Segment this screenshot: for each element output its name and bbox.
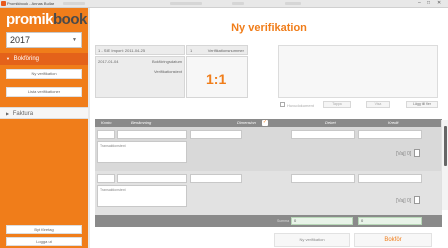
ver-number-big: 1:1	[206, 71, 227, 87]
scrollbar-thumb[interactable]	[444, 126, 447, 166]
attachment-count: [Vaj] 0]	[396, 198, 412, 204]
attachment-checkbox[interactable]	[280, 102, 285, 107]
attachment-count: [Vaj] 0]	[396, 151, 412, 157]
sidebar-section-label: Bokföring	[13, 56, 39, 62]
titlebar-blurred-text	[170, 2, 202, 5]
dimension-input[interactable]	[190, 130, 242, 139]
col-benamning: Benämning	[131, 120, 152, 125]
table-row: Transaktionstext [Vaj] 0]	[95, 171, 442, 215]
account-input[interactable]	[97, 174, 115, 183]
sidebar: promikbook 2017 ▼ ▼ Bokföring Ny verifik…	[0, 8, 88, 248]
window-titlebar: Promikbook - Annas Bullar – □ ✕	[0, 0, 448, 8]
debit-input[interactable]	[291, 174, 355, 183]
main-panel: Ny verifikation 1 - SIE Import: 2011-04-…	[90, 8, 448, 248]
ver-number-label: Verifikationsnummer	[207, 48, 244, 53]
credit-input[interactable]	[358, 130, 422, 139]
description-textarea[interactable]	[278, 45, 438, 98]
col-kredit: Kredit	[388, 120, 399, 125]
year-value: 2017	[10, 35, 31, 45]
add-more-button[interactable]: Lägg till fler	[406, 101, 438, 108]
transaction-text-label: Transaktionstext	[100, 144, 126, 148]
text-label: Verifikationstext	[153, 69, 182, 74]
drop-button[interactable]: Tappa	[323, 101, 351, 108]
date-text-box: 2017-01-04 Bokföringsdatum Verifikations…	[95, 56, 185, 98]
date-value[interactable]: 2017-01-04	[98, 59, 118, 64]
dimension-check-icon[interactable]: ✓	[262, 120, 268, 126]
chevron-down-icon: ▼	[6, 56, 10, 61]
show-button[interactable]: Visa	[366, 101, 390, 108]
series-value: 1 - SIE Import: 2011-04-25	[98, 48, 146, 53]
ver-number-small: 1	[190, 48, 193, 53]
transaction-text-input[interactable]: Transaktionstext	[97, 141, 187, 163]
app-icon	[1, 1, 6, 6]
table-header: Konto Benämning Dimension ✓ Debet Kredit	[95, 119, 442, 127]
ver-number-display: 1:1	[186, 56, 248, 98]
close-button[interactable]: ✕	[437, 1, 441, 6]
logout-button[interactable]: Logga ut	[6, 237, 82, 246]
document-icon[interactable]	[414, 149, 420, 157]
maximize-button[interactable]: □	[427, 1, 430, 6]
window-title: Promikbook - Annas Bullar	[7, 1, 55, 6]
sum-credit: 0	[358, 217, 422, 225]
credit-input[interactable]	[358, 174, 422, 183]
app-logo: promikbook	[6, 11, 87, 28]
sum-bar: Summa 0 0	[95, 215, 442, 227]
titlebar-blurred-text	[232, 2, 244, 5]
name-input[interactable]	[117, 174, 187, 183]
scrollbar[interactable]	[441, 120, 448, 210]
dimension-input[interactable]	[190, 174, 242, 183]
sidebar-section-label: Faktura	[12, 111, 34, 117]
new-verification-button[interactable]: Ny verifikation	[274, 233, 350, 247]
sum-label: Summa	[277, 219, 290, 223]
chevron-right-icon: ▶	[6, 111, 10, 116]
sidebar-section-faktura[interactable]: ▶ Faktura	[0, 107, 88, 119]
switch-company-button[interactable]: Byt företag	[6, 225, 82, 234]
sidebar-section-bokforing[interactable]: ▼ Bokföring	[0, 53, 88, 65]
debit-input[interactable]	[291, 130, 355, 139]
ver-number-field: 1 Verifikationsnummer	[186, 45, 248, 55]
year-select[interactable]: 2017 ▼	[6, 32, 82, 48]
series-field[interactable]: 1 - SIE Import: 2011-04-25	[95, 45, 185, 55]
book-button[interactable]: Bokför	[354, 233, 432, 247]
minimize-button[interactable]: –	[418, 1, 421, 6]
attachment-label: Huvudokument	[287, 103, 314, 108]
table-row: Transaktionstext [Vaj] 0]	[95, 127, 442, 171]
date-label: Bokföringsdatum	[151, 59, 182, 64]
col-debet: Debet	[325, 120, 336, 125]
sum-debit: 0	[291, 217, 353, 225]
name-input[interactable]	[117, 130, 187, 139]
document-icon[interactable]	[414, 196, 420, 204]
transaction-text-label: Transaktionstext	[100, 188, 126, 192]
col-dimension: Dimension	[237, 120, 256, 125]
page-title: Ny verifikation	[231, 22, 307, 34]
titlebar-blurred-text	[285, 2, 301, 5]
chevron-down-icon: ▼	[72, 37, 77, 43]
transaction-text-input[interactable]: Transaktionstext	[97, 185, 187, 207]
sidebar-item-ny-verifikation[interactable]: Ny verifikation	[6, 69, 82, 79]
account-input[interactable]	[97, 130, 115, 139]
titlebar-blurred-text	[63, 2, 85, 5]
sidebar-item-lista-verifikationer[interactable]: Lista verifikationer	[6, 87, 82, 97]
col-konto: Konto	[101, 120, 112, 125]
